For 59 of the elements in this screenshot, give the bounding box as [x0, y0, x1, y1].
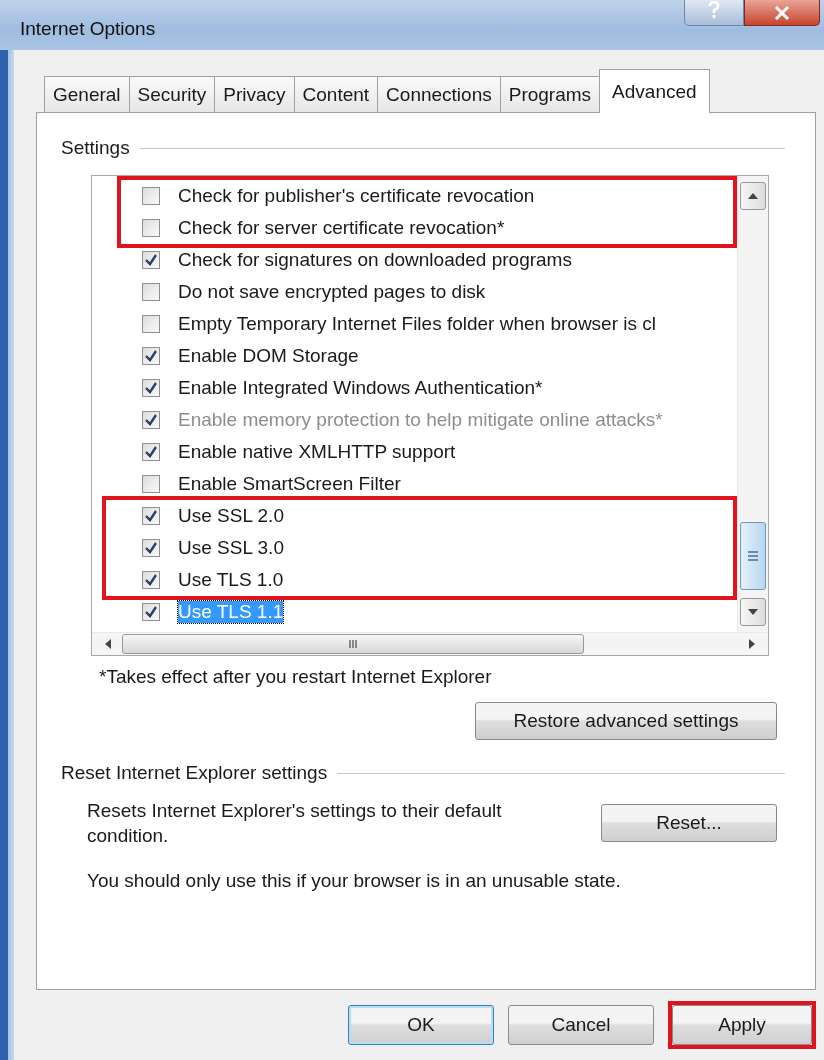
tab[interactable]: Security [128, 76, 216, 112]
dialog-button[interactable]: Apply [672, 1005, 812, 1045]
dialog-button[interactable]: OK [348, 1005, 494, 1045]
tab[interactable]: Connections [377, 76, 501, 112]
checkbox[interactable] [142, 539, 160, 557]
close-icon [774, 5, 790, 20]
setting-label[interactable]: Use SSL 3.0 [178, 537, 284, 559]
checkbox[interactable] [142, 507, 160, 525]
restore-button[interactable]: Restore advanced settings [475, 702, 777, 740]
left-arrow-icon [105, 639, 111, 649]
grip-icon [348, 639, 358, 649]
down-arrow-icon [748, 609, 758, 615]
help-button[interactable] [684, 0, 744, 26]
checkbox[interactable] [142, 283, 160, 301]
group-label: Settings [61, 137, 130, 159]
setting-label[interactable]: Empty Temporary Internet Files folder when browser is cl [178, 313, 656, 335]
tab[interactable]: General [44, 76, 130, 112]
checkbox[interactable] [142, 475, 160, 493]
checkbox[interactable] [142, 571, 160, 589]
tab[interactable]: Advanced [599, 69, 710, 113]
right-arrow-icon [749, 639, 755, 649]
setting-label[interactable]: Use TLS 1.0 [178, 569, 284, 591]
setting-label[interactable]: Enable DOM Storage [178, 345, 359, 367]
footnote-text: *Takes effect after you restart Internet Explorer [99, 666, 493, 688]
setting-label[interactable]: Use SSL 2.0 [178, 505, 284, 527]
tab[interactable]: Programs [499, 76, 601, 112]
setting-label[interactable]: Enable SmartScreen Filter [178, 473, 401, 495]
tab[interactable]: Content [293, 76, 379, 112]
checkbox[interactable] [142, 219, 160, 237]
tab[interactable]: Privacy [214, 76, 295, 112]
checkbox[interactable] [142, 187, 160, 205]
scroll-up-button[interactable] [740, 182, 766, 210]
question-mark-icon [707, 1, 721, 19]
setting-label[interactable]: Check for server certificate revocation* [178, 217, 505, 239]
scroll-down-button[interactable] [740, 598, 766, 626]
vertical-scrollbar[interactable] [737, 176, 768, 632]
setting-label[interactable]: Check for signatures on downloaded programs [178, 249, 572, 271]
checkbox[interactable] [142, 315, 160, 333]
horizontal-scrollbar[interactable] [92, 632, 768, 655]
checkbox[interactable] [142, 443, 160, 461]
grip-icon [747, 551, 759, 561]
group-label: Reset Internet Explorer settings [61, 762, 328, 784]
checkbox[interactable] [142, 379, 160, 397]
window-title: Internet Options [20, 18, 156, 40]
checkbox[interactable] [142, 347, 160, 365]
description-text: Resets Internet Explorer's settings to their default condition. [87, 799, 503, 848]
checkbox[interactable] [142, 251, 160, 269]
setting-label[interactable]: Check for publisher's certificate revocation [178, 185, 535, 207]
scroll-thumb[interactable] [122, 634, 584, 654]
scroll-thumb[interactable] [740, 522, 766, 590]
dialog-button[interactable]: Cancel [508, 1005, 654, 1045]
close-button[interactable] [744, 0, 820, 26]
up-arrow-icon [748, 193, 758, 199]
setting-label[interactable]: Do not save encrypted pages to disk [178, 281, 486, 303]
reset-button[interactable]: Reset... [601, 804, 777, 842]
setting-label[interactable]: Enable native XMLHTTP support [178, 441, 456, 463]
checkbox[interactable] [142, 603, 160, 621]
note-text: You should only use this if your browser is in an unusable state. [87, 870, 622, 892]
setting-label[interactable]: Enable Integrated Windows Authentication* [178, 377, 543, 399]
